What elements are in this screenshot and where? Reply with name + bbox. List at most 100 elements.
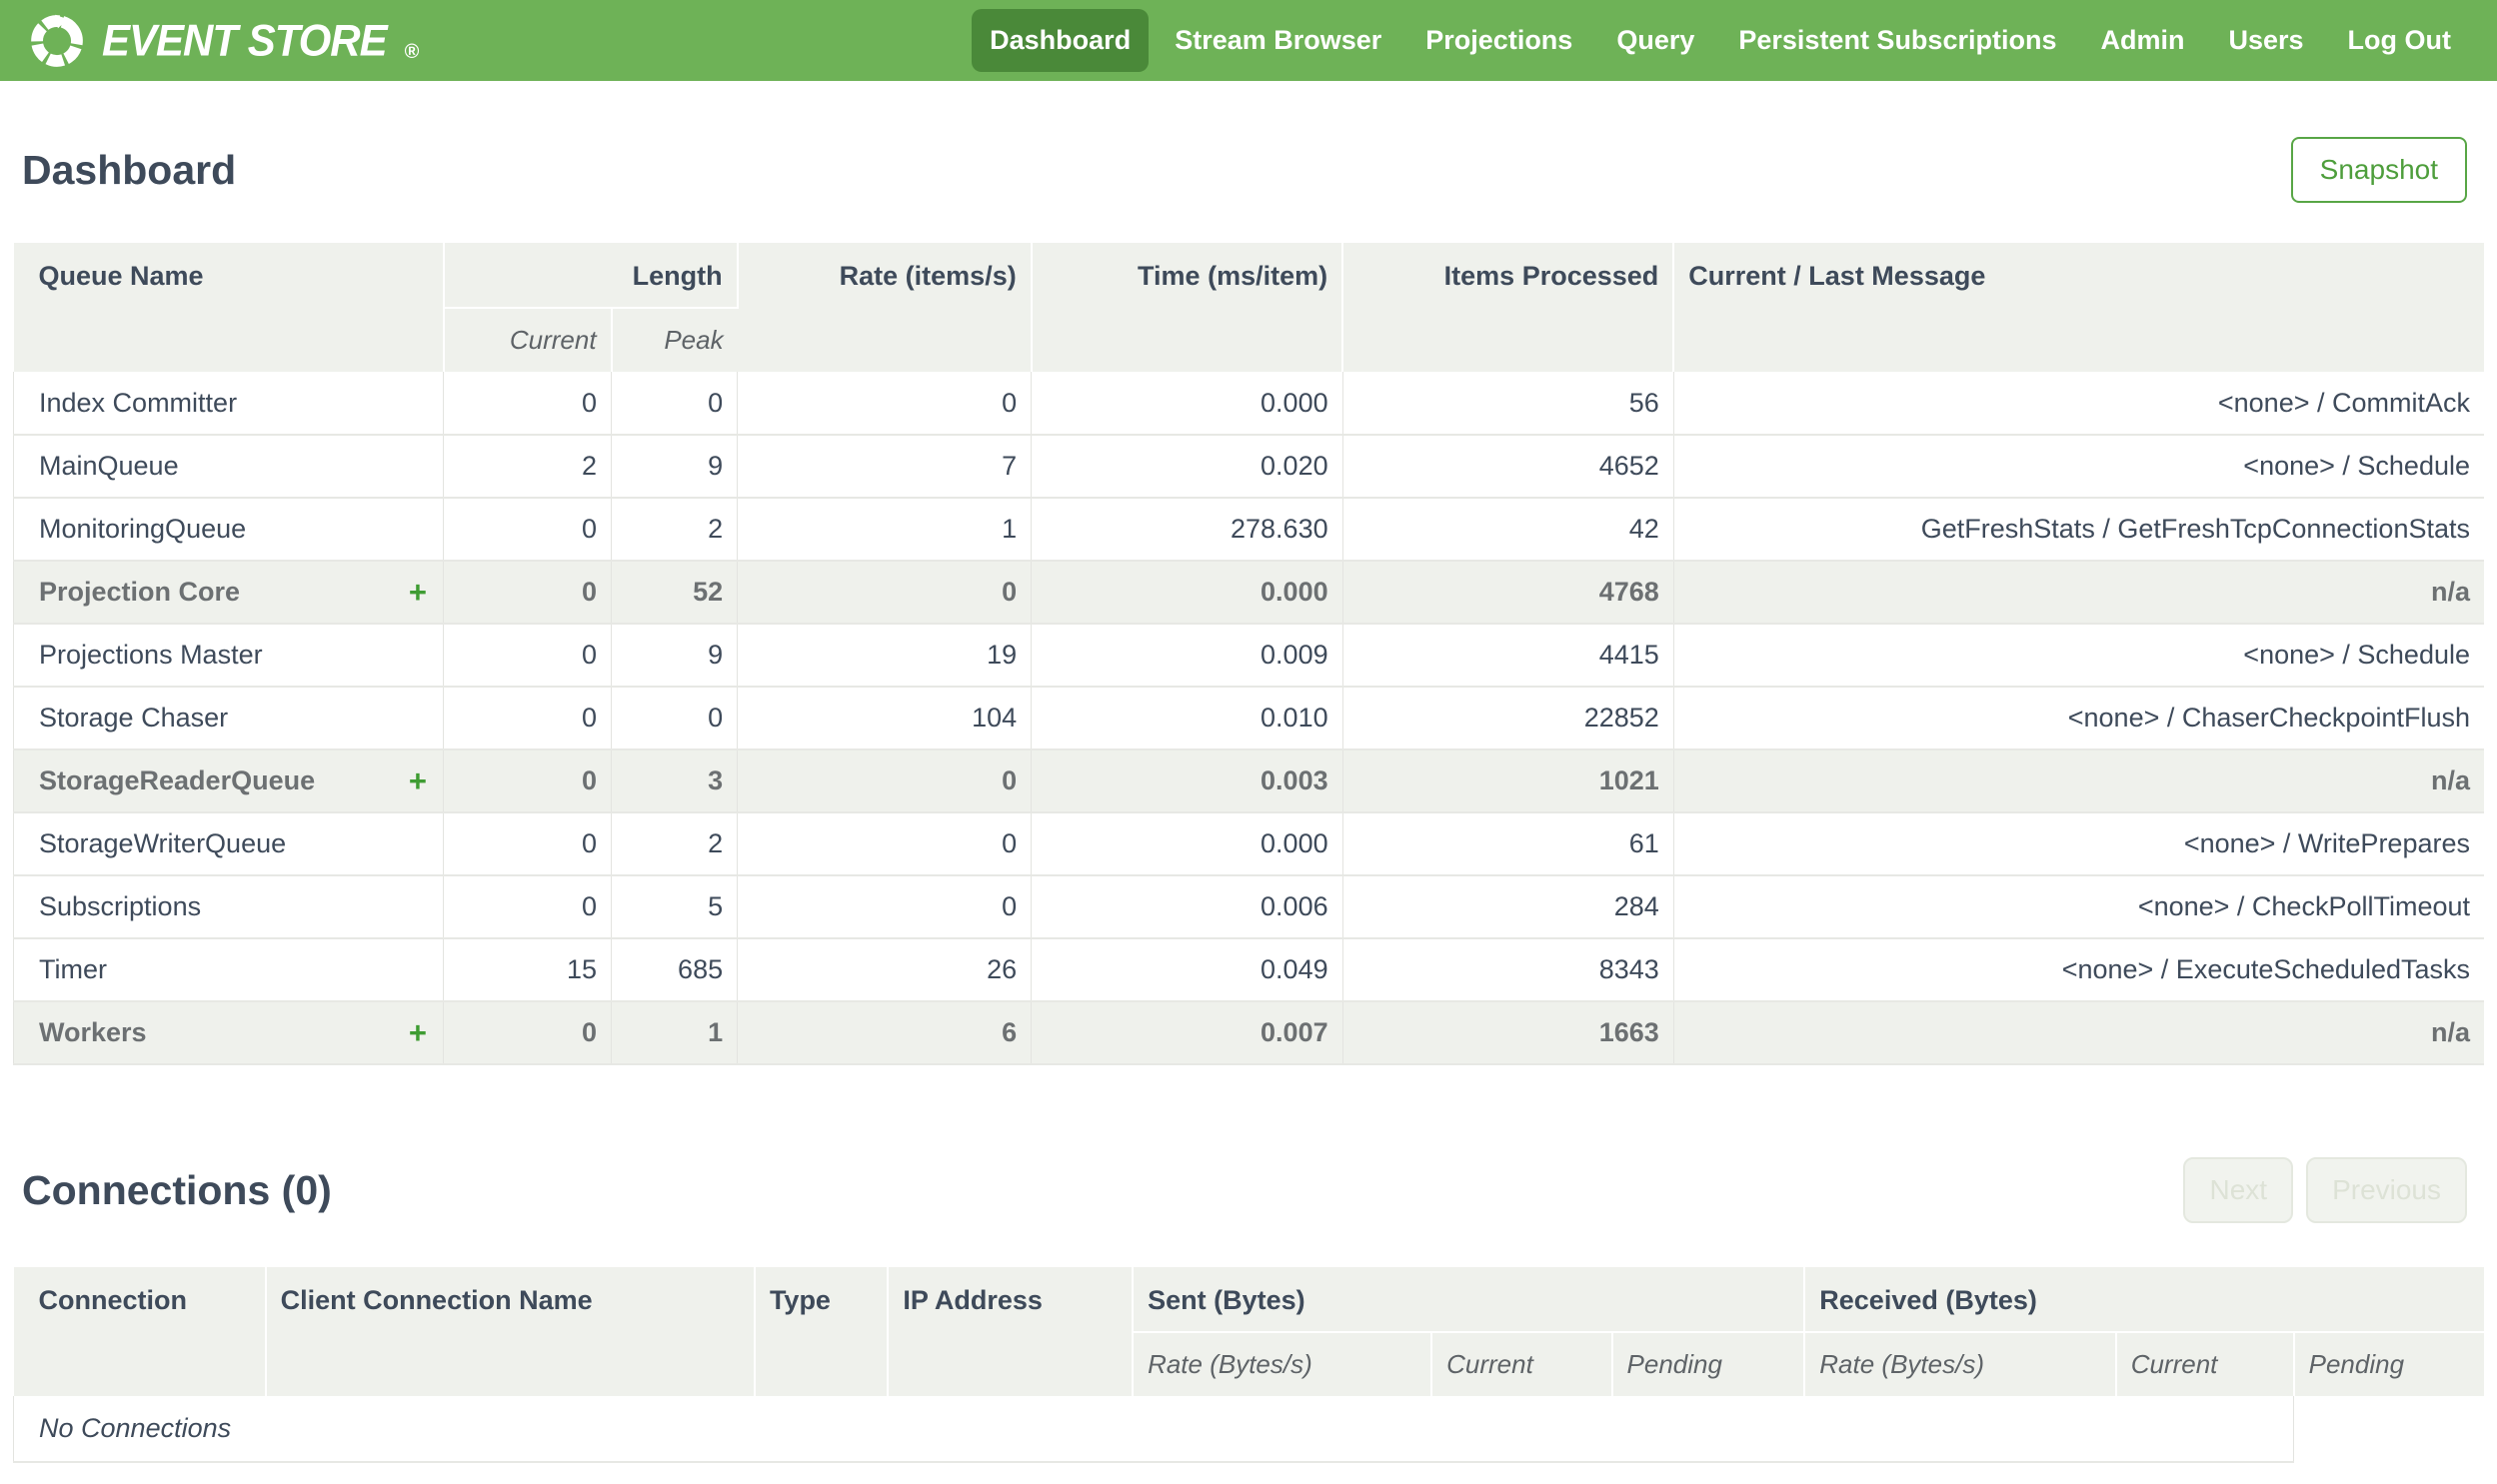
queue-group-row: StorageReaderQueue + 0 3 0 0.003 1021 n/a: [12, 749, 2484, 813]
time-cell: 0.049: [1031, 938, 1343, 1002]
main-content: Dashboard Snapshot Queue Name Length Rat…: [0, 81, 2497, 1463]
peak-cell: 9: [611, 624, 739, 688]
expand-icon[interactable]: +: [409, 763, 427, 799]
peak-cell: 0: [611, 687, 739, 750]
queue-name-cell: Projection Core +: [12, 561, 445, 625]
message-cell: <none> / CheckPollTimeout: [1673, 875, 2484, 939]
current-cell: 0: [443, 875, 613, 939]
connections-table: Connection Client Connection Name Type I…: [12, 1267, 2485, 1463]
rate-cell: 6: [737, 1001, 1033, 1065]
current-cell: 0: [443, 372, 613, 436]
time-cell: 0.020: [1031, 435, 1343, 499]
col-client-connection-name: Client Connection Name: [265, 1267, 756, 1396]
items-cell: 4415: [1342, 624, 1674, 688]
nav-menu: Dashboard Stream Browser Projections Que…: [972, 9, 2469, 72]
items-cell: 22852: [1342, 687, 1674, 750]
message-cell: <none> / WritePrepares: [1673, 812, 2484, 876]
expand-icon[interactable]: +: [409, 575, 427, 611]
queue-row: StorageWriterQueue 0 2 0 0.000 61 <none>…: [12, 812, 2484, 876]
items-cell: 1021: [1342, 749, 1674, 813]
queue-name-cell: Index Committer: [12, 372, 445, 436]
message-cell: n/a: [1673, 749, 2484, 813]
rate-cell: 1: [737, 498, 1033, 562]
nav-item-users[interactable]: Users: [2210, 9, 2321, 72]
time-cell: 0.010: [1031, 687, 1343, 750]
nav-item-dashboard[interactable]: Dashboard: [972, 9, 1150, 72]
queue-name-cell: Subscriptions: [12, 875, 445, 939]
queue-row: MonitoringQueue 0 2 1 278.630 42 GetFres…: [12, 498, 2484, 562]
message-cell: GetFreshStats / GetFreshTcpConnectionSta…: [1673, 498, 2484, 562]
no-connections-row: No Connections: [12, 1396, 2485, 1463]
queue-name-cell: Projections Master: [12, 624, 445, 688]
nav-item-query[interactable]: Query: [1598, 9, 1712, 72]
next-button[interactable]: Next: [2183, 1157, 2294, 1223]
col-length-current: Current: [443, 308, 613, 372]
queue-name-cell: StorageReaderQueue +: [12, 749, 445, 813]
brand[interactable]: EVENT STORE ®: [28, 6, 419, 76]
brand-text: EVENT STORE: [102, 15, 388, 65]
nav-item-log-out[interactable]: Log Out: [2330, 9, 2469, 72]
items-cell: 8343: [1342, 938, 1674, 1002]
nav-item-persistent-subscriptions[interactable]: Persistent Subscriptions: [1720, 9, 2074, 72]
col-message: Current / Last Message: [1673, 243, 2484, 372]
queue-group-row: Projection Core + 0 52 0 0.000 4768 n/a: [12, 561, 2484, 625]
no-connections-text: No Connections: [12, 1396, 2295, 1463]
connections-table-body: No Connections: [12, 1396, 2485, 1463]
col-sent-rate: Rate (Bytes/s): [1133, 1332, 1433, 1396]
time-cell: 0.009: [1031, 624, 1343, 688]
col-received-pending: Pending: [2293, 1332, 2484, 1396]
eventstore-logo-icon: [31, 14, 83, 67]
queue-row: MainQueue 2 9 7 0.020 4652 <none> / Sche…: [12, 435, 2484, 499]
snapshot-button[interactable]: Snapshot: [2290, 137, 2467, 203]
rate-cell: 104: [737, 687, 1033, 750]
peak-cell: 9: [611, 435, 739, 499]
queue-row: Projections Master 0 9 19 0.009 4415 <no…: [12, 624, 2484, 688]
col-received-rate: Rate (Bytes/s): [1804, 1332, 2117, 1396]
col-sent-pending: Pending: [1611, 1332, 1806, 1396]
rate-cell: 26: [737, 938, 1033, 1002]
col-length-peak: Peak: [611, 308, 738, 372]
col-items-processed: Items Processed: [1342, 243, 1675, 372]
queue-name-cell: Timer: [12, 938, 445, 1002]
queues-table: Queue Name Length Rate (items/s) Time (m…: [12, 243, 2484, 1065]
current-cell: 0: [443, 812, 613, 876]
col-connection: Connection: [13, 1267, 267, 1396]
col-received-current: Current: [2115, 1332, 2295, 1396]
current-cell: 0: [443, 749, 613, 813]
peak-cell: 52: [611, 561, 739, 625]
message-cell: <none> / ChaserCheckpointFlush: [1673, 687, 2484, 750]
items-cell: 1663: [1342, 1001, 1674, 1065]
col-sent-bytes: Sent (Bytes): [1133, 1267, 1806, 1333]
queues-table-header: Queue Name Length Rate (items/s) Time (m…: [13, 243, 2484, 372]
rate-cell: 7: [737, 435, 1033, 499]
rate-cell: 0: [737, 875, 1033, 939]
time-cell: 0.007: [1031, 1001, 1343, 1065]
nav-item-stream-browser[interactable]: Stream Browser: [1157, 9, 1399, 72]
peak-cell: 1: [611, 1001, 739, 1065]
connections-table-header: Connection Client Connection Name Type I…: [13, 1267, 2484, 1396]
time-cell: 278.630: [1031, 498, 1343, 562]
col-time: Time (ms/item): [1031, 243, 1344, 372]
rate-cell: 19: [737, 624, 1033, 688]
items-cell: 42: [1342, 498, 1674, 562]
previous-button[interactable]: Previous: [2306, 1157, 2467, 1223]
message-cell: <none> / ExecuteScheduledTasks: [1673, 938, 2484, 1002]
nav-item-projections[interactable]: Projections: [1407, 9, 1590, 72]
items-cell: 4768: [1342, 561, 1674, 625]
queue-name-cell: StorageWriterQueue: [12, 812, 445, 876]
queue-row: Storage Chaser 0 0 104 0.010 22852 <none…: [12, 687, 2484, 750]
expand-icon[interactable]: +: [409, 1015, 427, 1051]
queue-row: Timer 15 685 26 0.049 8343 <none> / Exec…: [12, 938, 2484, 1002]
peak-cell: 3: [611, 749, 739, 813]
queue-name-cell: Storage Chaser: [12, 687, 445, 750]
col-rate: Rate (items/s): [737, 243, 1033, 372]
rate-cell: 0: [737, 749, 1033, 813]
nav-item-admin[interactable]: Admin: [2082, 9, 2202, 72]
rate-cell: 0: [737, 812, 1033, 876]
current-cell: 0: [443, 1001, 613, 1065]
col-received-bytes: Received (Bytes): [1804, 1267, 2484, 1333]
current-cell: 0: [443, 498, 613, 562]
time-cell: 0.000: [1031, 372, 1343, 436]
page-header: Dashboard Snapshot: [0, 81, 2497, 243]
peak-cell: 685: [611, 938, 739, 1002]
